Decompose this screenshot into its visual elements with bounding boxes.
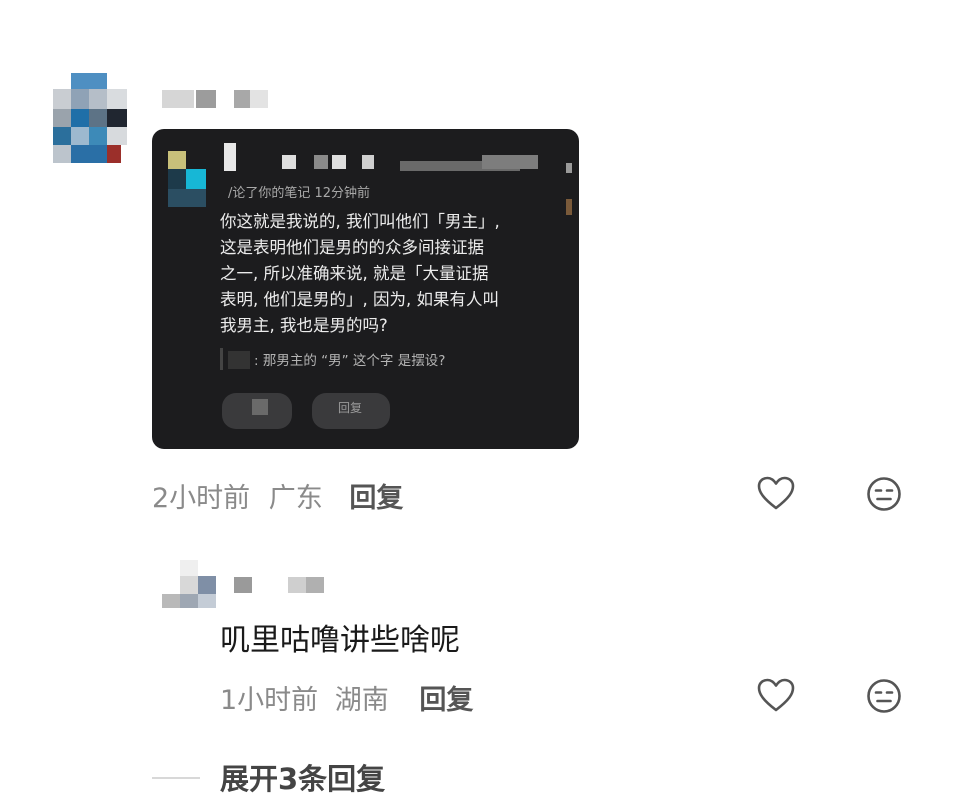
card-reply-label: 回复 xyxy=(338,401,363,415)
emoji-face-icon[interactable] xyxy=(866,678,902,714)
quote-bar xyxy=(220,348,223,370)
emoji-face-icon[interactable] xyxy=(866,476,902,512)
card-meta-text: /论了你的笔记 12分钟前 xyxy=(228,186,371,201)
reply-location: 湖南 xyxy=(334,685,389,716)
reply-reply-button[interactable]: 回复 xyxy=(419,685,473,716)
comment-meta: 2小时前 广东 回复 xyxy=(152,476,403,515)
quote-name-redacted xyxy=(228,351,250,369)
username-redacted[interactable] xyxy=(162,90,272,108)
reply-avatar[interactable] xyxy=(162,560,216,610)
card-body-line: 这是表明他们是男的的众多间接证据 xyxy=(220,238,484,257)
reply-text: 叽里咕噜讲些啥呢 xyxy=(220,623,460,658)
avatar[interactable] xyxy=(53,73,127,163)
card-header-redacted xyxy=(222,143,572,215)
reply-username-redacted[interactable] xyxy=(234,577,328,595)
card-body-line: 我男主, 我也是男的吗? xyxy=(220,316,388,335)
card-body-line: 你这就是我说的, 我们叫他们「男主」, xyxy=(220,212,500,231)
card-comment-body: 你这就是我说的, 我们叫他们「男主」, 这是表明他们是男的的众多间接证据 之一,… xyxy=(220,209,565,339)
heart-outline-icon[interactable] xyxy=(757,476,795,512)
card-action-bar-redacted xyxy=(222,389,392,431)
reply-meta: 1小时前 湖南 回复 xyxy=(220,678,473,717)
reply-time: 1小时前 xyxy=(220,685,319,716)
comment-time: 2小时前 xyxy=(152,483,251,514)
card-body-line: 之一, 所以准确来说, 就是「大量证据 xyxy=(220,264,489,283)
card-quote-text: : 那男主的 “男” 这个字 是摆设? xyxy=(254,353,446,369)
heart-outline-icon[interactable] xyxy=(757,678,795,714)
attached-screenshot[interactable]: /论了你的笔记 12分钟前 你这就是我说的, 我们叫他们「男主」, 这是表明他们… xyxy=(152,129,579,449)
expand-divider xyxy=(152,777,200,779)
card-body-line: 表明, 他们是男的」, 因为, 如果有人叫 xyxy=(220,290,499,309)
card-avatar xyxy=(168,151,208,207)
comment-reply-button[interactable]: 回复 xyxy=(349,483,403,514)
comment-location: 广东 xyxy=(268,483,323,514)
